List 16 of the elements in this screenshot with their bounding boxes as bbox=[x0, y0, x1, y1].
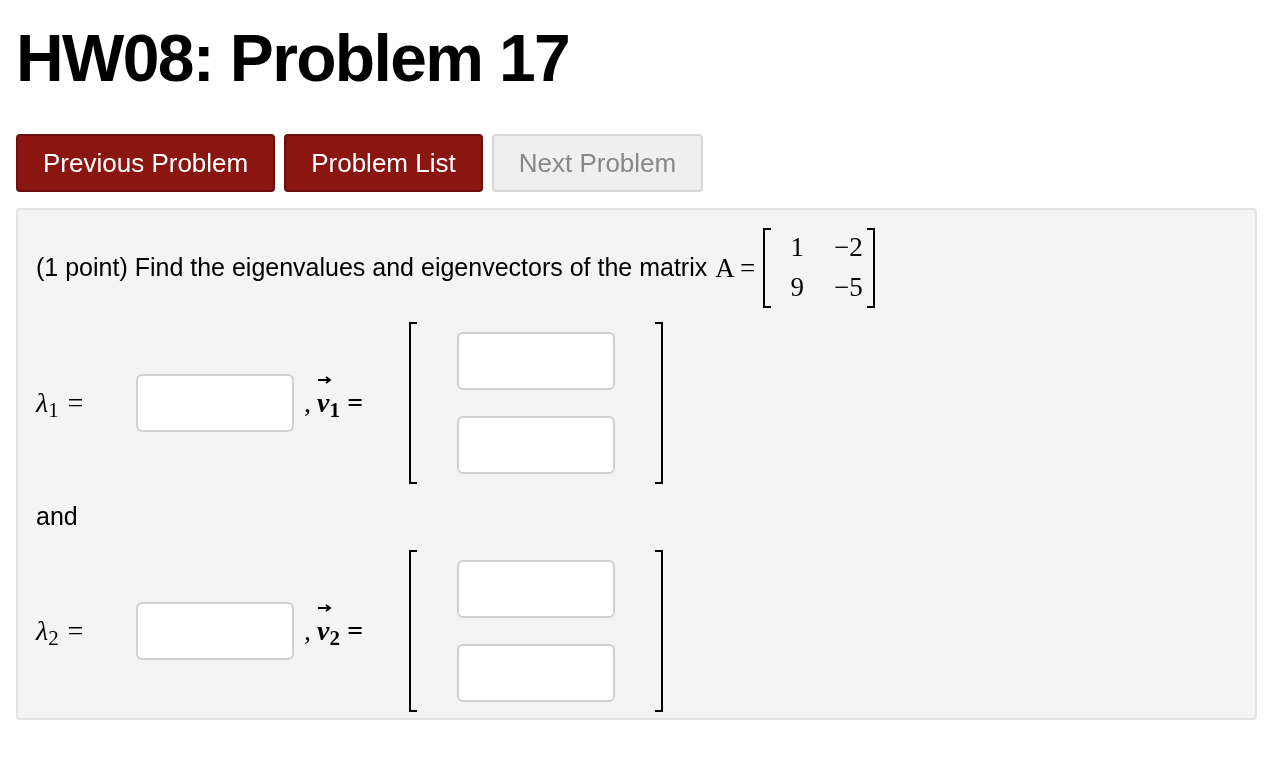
eigenvalue-label: λ$_{2}$ = bbox=[36, 613, 86, 652]
eigenvector-label: v$_{1}$ = bbox=[317, 387, 363, 418]
nav-button[interactable]: Problem List bbox=[284, 134, 483, 192]
matrix-entry: 1 bbox=[789, 231, 804, 264]
matrix-entry: −5 bbox=[833, 271, 863, 304]
matrix-label: A = bbox=[715, 251, 756, 285]
nav-button[interactable]: Previous Problem bbox=[16, 134, 276, 192]
problem-text: (1 point) Find the eigenvalues and eigenvectors of the matrix bbox=[36, 252, 708, 284]
comma: , bbox=[304, 386, 311, 420]
separator-text: and bbox=[36, 501, 79, 532]
comma: , bbox=[304, 613, 311, 648]
eigenvalue-label: λ$_{1}$ = bbox=[36, 386, 86, 424]
page-title: HW08: Problem 17 bbox=[16, 22, 571, 94]
eigenvector-label: v$_{2}$ = bbox=[317, 614, 363, 646]
matrix-entry: −2 bbox=[833, 231, 863, 264]
matrix-entry: 9 bbox=[789, 271, 804, 304]
